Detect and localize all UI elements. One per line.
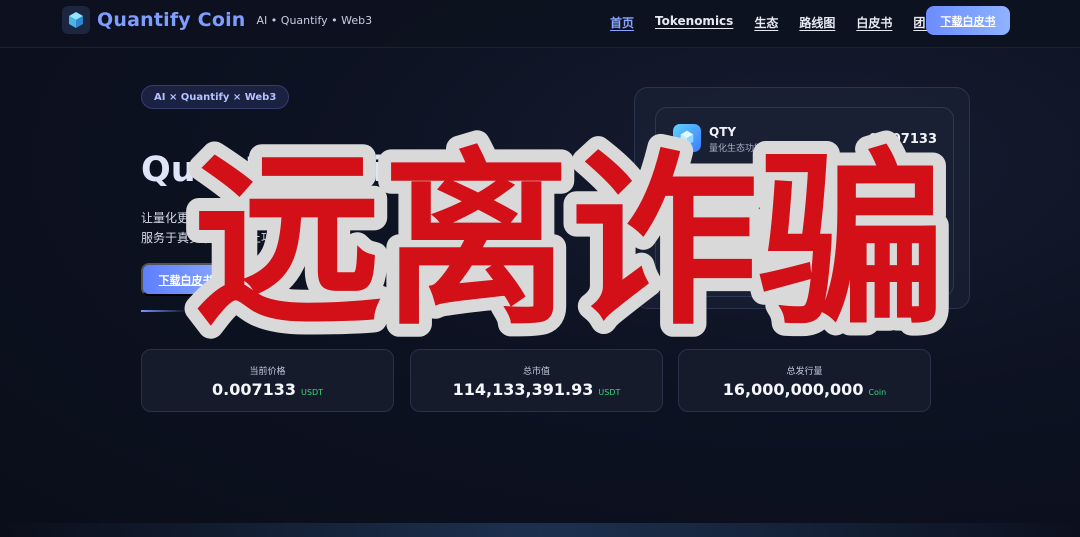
stat-card-market-cap: 总市值 114,133,391.93 USDT (410, 349, 663, 412)
stat-value: 16,000,000,000 Coin (722, 380, 887, 399)
nav-item-whitepaper[interactable]: 白皮书 (856, 14, 892, 31)
stat-value: 0.007133 USDT (212, 380, 323, 399)
stat-card-price: 当前价格 0.007133 USDT (141, 349, 394, 412)
download-whitepaper-button[interactable]: 下载白皮书 (926, 6, 1010, 35)
stat-value: 114,133,391.93 USDT (452, 380, 621, 399)
main-menu: 首页 Tokenomics 生态 路线图 白皮书 团队 (610, 14, 958, 31)
stat-label: 当前价格 (249, 367, 286, 377)
nav-item-roadmap[interactable]: 路线图 (799, 14, 835, 31)
stat-unit: USDT (301, 388, 323, 397)
top-navbar: Quantify Coin AI • Quantify • Web3 首页 To… (0, 0, 1080, 48)
cube-icon (62, 6, 90, 34)
scam-warning-overlay: 远离诈骗 远离诈骗 (181, 119, 959, 340)
nav-item-ecosystem[interactable]: 生态 (754, 14, 778, 31)
stat-card-total-supply: 总发行量 16,000,000,000 Coin (678, 349, 931, 412)
nav-item-tokenomics[interactable]: Tokenomics (655, 14, 733, 31)
brand[interactable]: Quantify Coin AI • Quantify • Web3 (62, 6, 372, 34)
stat-label: 总市值 (522, 367, 550, 377)
brand-tagline: AI • Quantify • Web3 (256, 13, 373, 27)
warning-text: 远离诈骗 (194, 132, 946, 340)
stat-label: 总发行量 (786, 367, 823, 377)
stat-unit: USDT (598, 388, 621, 397)
stat-unit: Coin (868, 388, 887, 397)
bottom-glow (0, 523, 1080, 537)
brand-name: Quantify Coin (97, 9, 246, 31)
nav-item-home[interactable]: 首页 (610, 14, 634, 31)
